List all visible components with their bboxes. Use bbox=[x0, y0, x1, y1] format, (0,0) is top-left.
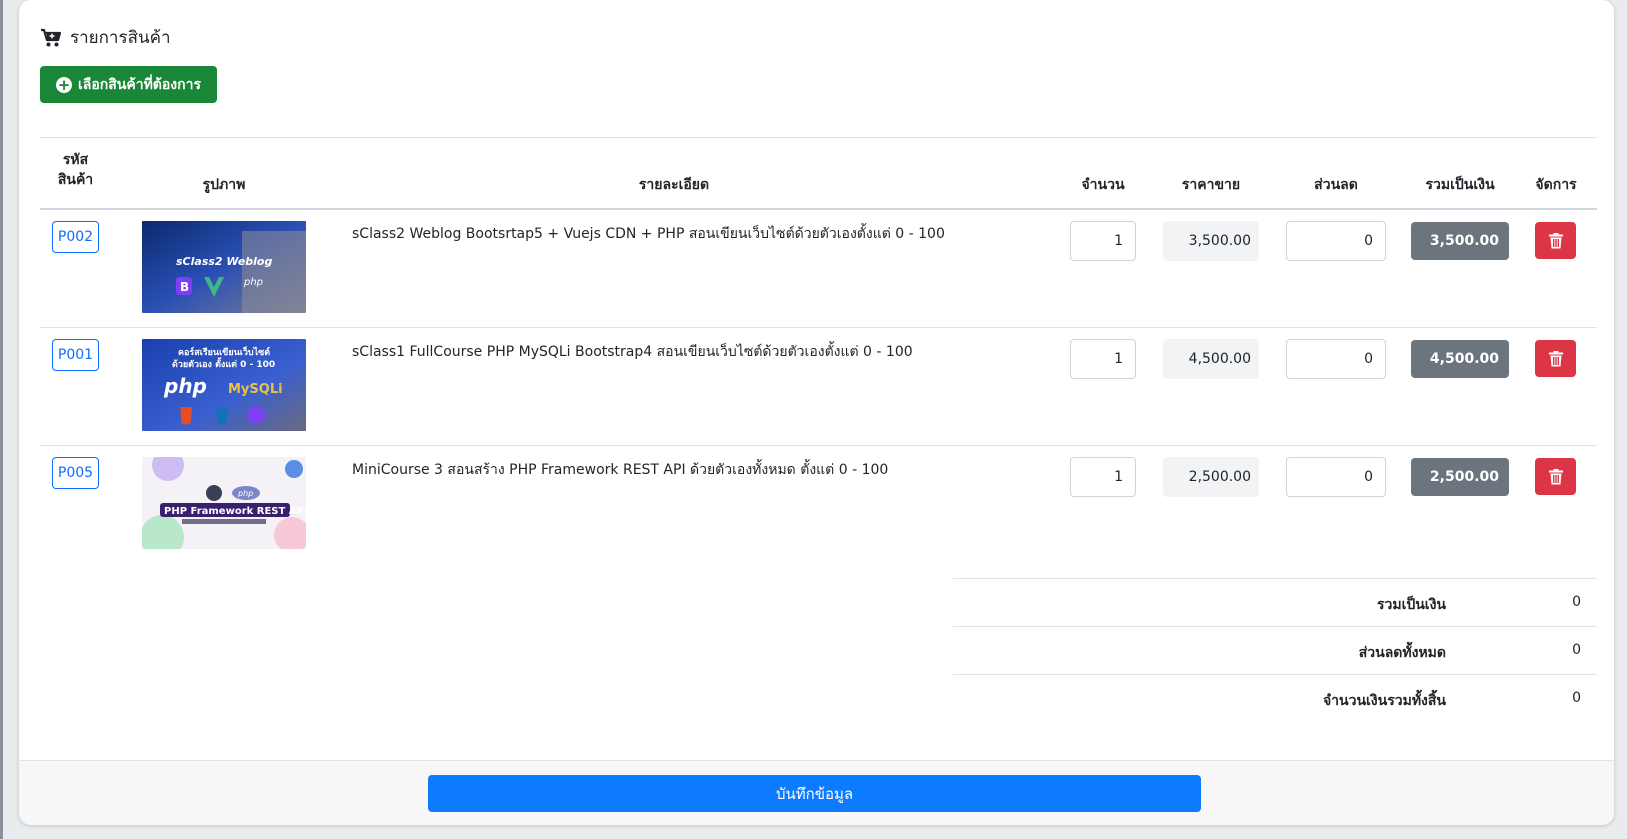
product-code-badge[interactable]: P005 bbox=[52, 457, 99, 489]
save-button[interactable]: บันทึกข้อมูล bbox=[428, 775, 1201, 812]
header-code-line2: สินค้า bbox=[57, 172, 94, 188]
window-edge bbox=[0, 0, 3, 839]
product-image: sClass2 Weblog B php bbox=[142, 221, 306, 313]
plus-circle-icon: + bbox=[55, 75, 72, 94]
quantity-input[interactable] bbox=[1070, 221, 1136, 261]
product-detail: MiniCourse 3 สอนสร้าง PHP Framework REST… bbox=[352, 462, 889, 478]
svg-text:PHP Framework REST API: PHP Framework REST API bbox=[164, 506, 306, 517]
quantity-input[interactable] bbox=[1070, 457, 1136, 497]
discount-input[interactable] bbox=[1286, 457, 1386, 497]
header-divider bbox=[40, 208, 1597, 210]
price-field: 4,500.00 bbox=[1163, 339, 1259, 379]
header-total: รวมเป็นเงิน bbox=[1425, 177, 1495, 193]
product-list-card: รายการสินค้า + เลือกสินค้าที่ต้องการ รหั… bbox=[19, 0, 1614, 825]
product-detail: sClass1 FullCourse PHP MySQLi Bootstrap4… bbox=[352, 344, 913, 360]
card-footer: บันทึกข้อมูล bbox=[19, 760, 1614, 825]
header-image: รูปภาพ bbox=[202, 177, 246, 193]
delete-button[interactable] bbox=[1535, 340, 1576, 377]
delete-button[interactable] bbox=[1535, 458, 1576, 495]
section-title: รายการสินค้า bbox=[40, 24, 171, 51]
summary-divider bbox=[953, 674, 1597, 675]
row-total: 3,500.00 bbox=[1411, 222, 1509, 260]
discount-input[interactable] bbox=[1286, 221, 1386, 261]
svg-text:sClass2 Weblog: sClass2 Weblog bbox=[176, 255, 272, 268]
header-code-line1: รหัส bbox=[62, 152, 89, 168]
subtotal-label: รวมเป็นเงิน bbox=[1376, 597, 1446, 613]
discount-input[interactable] bbox=[1286, 339, 1386, 379]
price-field: 2,500.00 bbox=[1163, 457, 1259, 497]
select-product-label: เลือกสินค้าที่ต้องการ bbox=[77, 76, 201, 93]
product-code-badge[interactable]: P001 bbox=[52, 339, 99, 371]
summary-divider bbox=[953, 578, 1597, 579]
section-title-text: รายการสินค้า bbox=[70, 28, 171, 48]
subtotal-value: 0 bbox=[1572, 594, 1581, 610]
trash-icon bbox=[1548, 468, 1563, 484]
shopping-cart-icon bbox=[41, 28, 62, 46]
product-detail: sClass2 Weblog Bootsrtap5 + Vuejs CDN + … bbox=[352, 226, 945, 242]
header-detail: รายละเอียด bbox=[638, 177, 710, 193]
discount-total-value: 0 bbox=[1572, 642, 1581, 658]
svg-text:php: php bbox=[237, 489, 253, 498]
svg-text:B: B bbox=[180, 280, 189, 294]
header-discount: ส่วนลด bbox=[1314, 177, 1358, 193]
header-price: ราคาขาย bbox=[1181, 177, 1241, 193]
header-code: รหัส สินค้า bbox=[52, 150, 99, 190]
svg-text:MySQLi: MySQLi bbox=[228, 382, 283, 397]
row-total: 2,500.00 bbox=[1411, 458, 1509, 496]
svg-text:php: php bbox=[243, 277, 263, 288]
price-field: 3,500.00 bbox=[1163, 221, 1259, 261]
trash-icon bbox=[1548, 232, 1563, 248]
product-image: คอร์สเรียนเขียนเว็บไซต์ ด้วยตัวเอง ตั้งแ… bbox=[142, 339, 306, 431]
row-divider bbox=[40, 445, 1597, 446]
select-product-button[interactable]: + เลือกสินค้าที่ต้องการ bbox=[40, 66, 217, 103]
summary-divider bbox=[953, 626, 1597, 627]
svg-text:php: php bbox=[163, 374, 207, 398]
header-qty: จำนวน bbox=[1081, 177, 1125, 193]
quantity-input[interactable] bbox=[1070, 339, 1136, 379]
product-code-badge[interactable]: P002 bbox=[52, 221, 99, 253]
grand-total-value: 0 bbox=[1572, 690, 1581, 706]
product-image: php PHP Framework REST API bbox=[142, 457, 306, 549]
grand-total-label: จำนวนเงินรวมทั้งสิ้น bbox=[1322, 693, 1446, 709]
row-divider bbox=[40, 327, 1597, 328]
row-total: 4,500.00 bbox=[1411, 340, 1509, 378]
trash-icon bbox=[1548, 350, 1563, 366]
delete-button[interactable] bbox=[1535, 222, 1576, 259]
divider bbox=[40, 137, 1597, 138]
discount-total-label: ส่วนลดทั้งหมด bbox=[1358, 645, 1446, 661]
header-manage: จัดการ bbox=[1535, 177, 1577, 193]
